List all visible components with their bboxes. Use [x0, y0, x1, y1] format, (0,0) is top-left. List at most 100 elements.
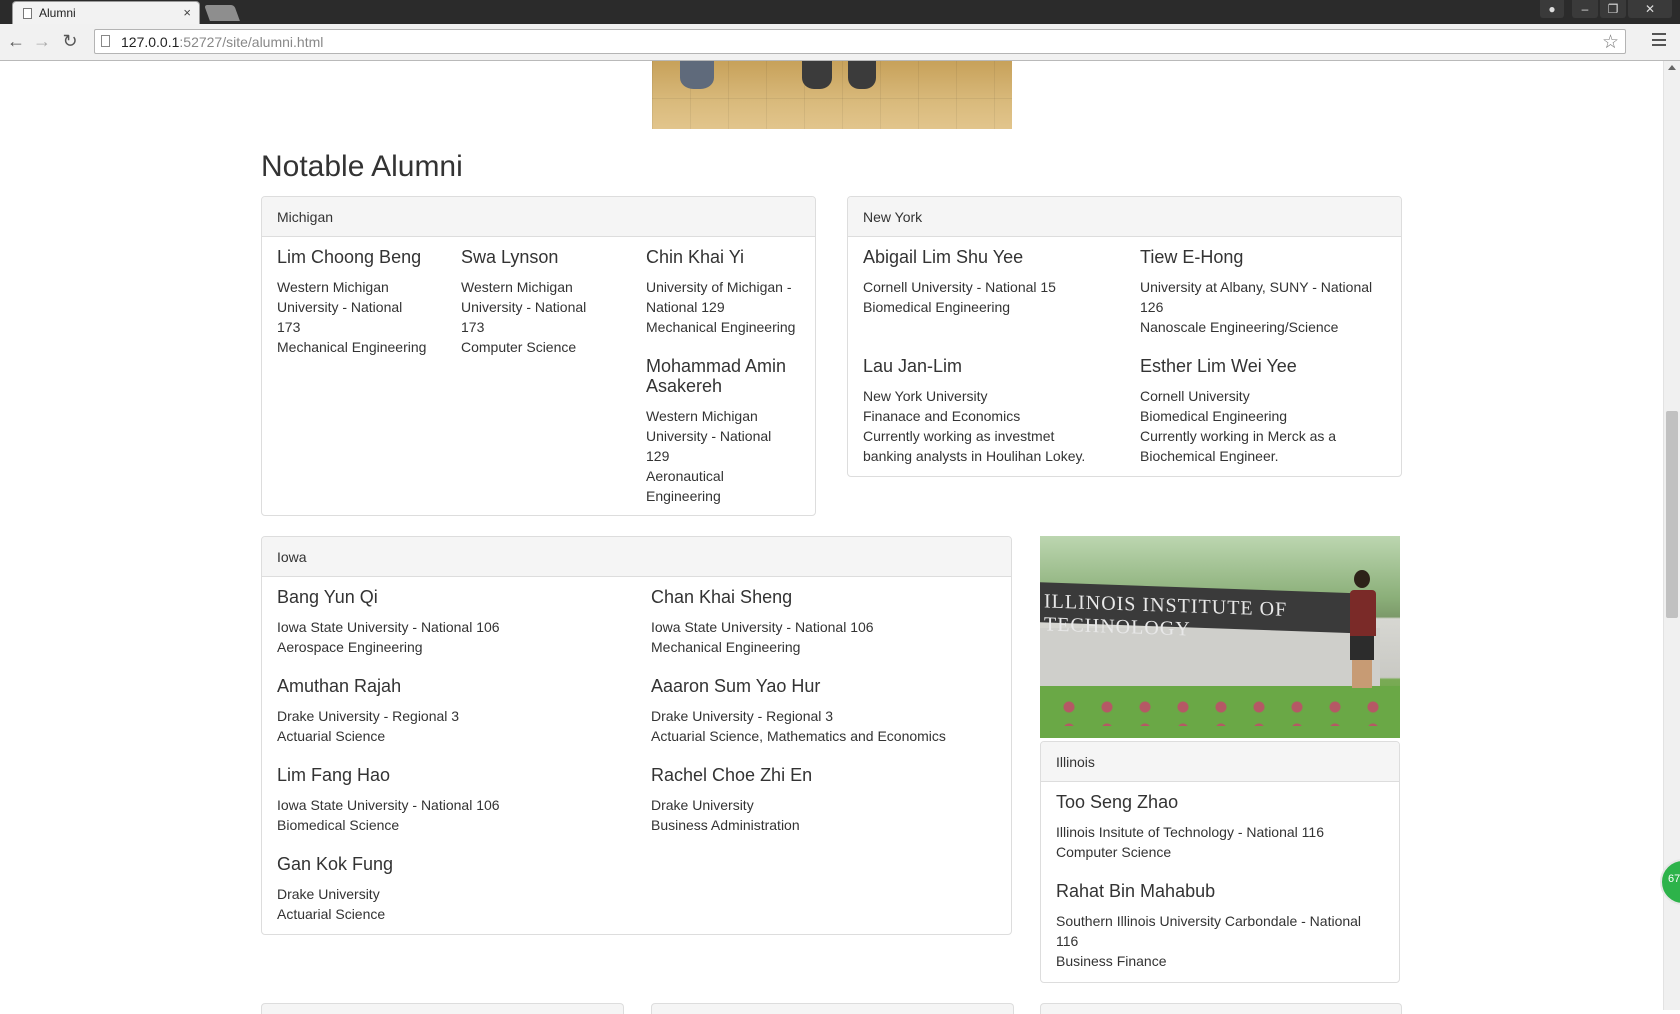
- alumni-name: Gan Kok Fung: [277, 854, 394, 874]
- minimize-button[interactable]: –: [1572, 0, 1598, 18]
- photo-detail: [680, 61, 714, 89]
- alumni-name: Lim Fang Hao: [277, 765, 391, 785]
- alumni-detail: banking analysts in Houlihan Lokey.: [863, 448, 1086, 464]
- section-title: Notable Alumni: [261, 150, 463, 183]
- alumni-detail: Business Finance: [1056, 953, 1167, 969]
- window-controls: ● – ❐ ✕: [1540, 0, 1672, 18]
- alumni-detail: Western Michigan: [461, 279, 573, 295]
- alumni-entry: Gan Kok Fung Drake University Actuarial …: [277, 854, 637, 924]
- alumni-detail: Cornell University - National 15: [863, 279, 1056, 295]
- address-bar[interactable]: 127.0.0.1:52727/site/alumni.html ☆: [94, 29, 1626, 54]
- alumni-detail: Drake University - Regional 3: [651, 708, 834, 724]
- panel-next-row: [1040, 1003, 1402, 1014]
- alumni-name: Aaaron Sum Yao Hur: [651, 676, 821, 696]
- alumni-detail: Mechanical Engineering: [651, 639, 801, 655]
- panel-next-row: [651, 1003, 1014, 1014]
- alumni-detail: Engineering: [646, 488, 721, 504]
- alumni-entry: Aaaron Sum Yao Hur Drake University - Re…: [651, 676, 1006, 746]
- alumni-detail: Mechanical Engineering: [277, 339, 427, 355]
- scroll-up-arrow-icon[interactable]: [1668, 65, 1676, 70]
- alumni-detail: Currently working as investmet: [863, 428, 1055, 444]
- alumni-detail: University - National: [646, 428, 772, 444]
- menu-icon[interactable]: [1652, 33, 1666, 46]
- alumni-detail: University of Michigan -: [646, 279, 792, 295]
- bookmark-star-icon[interactable]: ☆: [1602, 31, 1619, 54]
- alumni-detail: Actuarial Science: [277, 728, 386, 744]
- panel-iowa: Iowa Bang Yun Qi Iowa State University -…: [261, 536, 1012, 935]
- alumni-detail: Biomedical Science: [277, 817, 400, 833]
- alumni-entry: Amuthan Rajah Drake University - Regiona…: [277, 676, 637, 746]
- alumni-entry: Swa Lynson Western Michigan University -…: [461, 247, 626, 357]
- alumni-detail: Southern Illinois University Carbondale …: [1056, 913, 1362, 929]
- alumni-name: Amuthan Rajah: [277, 676, 402, 696]
- alumni-detail: Illinois Insitute of Technology - Nation…: [1056, 824, 1324, 840]
- alumni-name: Chan Khai Sheng: [651, 587, 793, 607]
- alumni-name: Tiew E-Hong: [1140, 247, 1244, 267]
- alumni-detail: Aerospace Engineering: [277, 639, 423, 655]
- url-host: 127.0.0.1: [121, 34, 180, 50]
- alumni-name: Rahat Bin Mahabub: [1056, 881, 1216, 901]
- alumni-entry: Lau Jan-Lim New York University Finanace…: [863, 356, 1123, 466]
- alumni-entry: Mohammad Amin Asakereh Western Michigan U…: [646, 356, 811, 506]
- close-tab-icon[interactable]: ×: [183, 5, 191, 20]
- alumni-detail: Business Administration: [651, 817, 800, 833]
- maximize-button[interactable]: ❐: [1600, 0, 1626, 18]
- reload-button[interactable]: ↻: [60, 31, 80, 52]
- url-path: :52727/site/alumni.html: [179, 34, 324, 50]
- illinois-campus-photo: ILLINOIS INSTITUTE OF TECHNOLOGY: [1040, 536, 1400, 738]
- page-icon: [101, 35, 110, 47]
- alumni-detail: Finanace and Economics: [863, 408, 1021, 424]
- alumni-detail: Biomedical Engineering: [1140, 408, 1288, 424]
- alumni-entry: Chan Khai Sheng Iowa State University - …: [651, 587, 1006, 657]
- photo-person: [1350, 570, 1376, 688]
- alumni-name: Rachel Choe Zhi En: [651, 765, 813, 785]
- alumni-detail: Computer Science: [461, 339, 577, 355]
- alumni-detail: National 129: [646, 299, 725, 315]
- alumni-name-line: Asakereh: [646, 376, 723, 396]
- alumni-detail: Iowa State University - National 106: [277, 797, 500, 813]
- alumni-detail: Drake University: [651, 797, 754, 813]
- alumni-entry: Chin Khai Yi University of Michigan - Na…: [646, 247, 811, 337]
- window-titlebar: Alumni × ● – ❐ ✕: [0, 0, 1680, 24]
- user-icon[interactable]: ●: [1540, 0, 1564, 18]
- alumni-name: Bang Yun Qi: [277, 587, 378, 607]
- panel-heading: Iowa: [262, 537, 1011, 577]
- photo-detail: [802, 61, 832, 89]
- alumni-detail: Cornell University: [1140, 388, 1250, 404]
- panel-heading: Michigan: [262, 197, 815, 237]
- alumni-detail: Biomedical Engineering: [863, 299, 1011, 315]
- browser-toolbar: ← → ↻ 127.0.0.1:52727/site/alumni.html ☆: [0, 24, 1680, 61]
- browser-tab[interactable]: Alumni ×: [12, 1, 200, 24]
- alumni-detail: Mechanical Engineering: [646, 319, 796, 335]
- alumni-name: Mohammad Amin Asakereh: [646, 356, 811, 396]
- photo-detail: [848, 61, 876, 89]
- alumni-entry: Esther Lim Wei Yee Cornell University Bi…: [1140, 356, 1395, 466]
- alumni-detail: 126: [1140, 299, 1164, 315]
- alumni-name: Swa Lynson: [461, 247, 559, 267]
- alumni-detail: New York University: [863, 388, 988, 404]
- new-tab-button[interactable]: [204, 5, 240, 21]
- scrollbar-thumb[interactable]: [1666, 411, 1678, 618]
- back-button[interactable]: ←: [6, 31, 26, 52]
- panel-next-row: [261, 1003, 624, 1014]
- close-window-button[interactable]: ✕: [1628, 0, 1672, 18]
- alumni-name: Lim Choong Beng: [277, 247, 422, 267]
- alumni-detail: Aeronautical: [646, 468, 724, 484]
- group-photo: [652, 61, 1012, 129]
- panel-heading: Illinois: [1041, 742, 1399, 782]
- photo-sign-text: ILLINOIS INSTITUTE OF TECHNOLOGY: [1040, 582, 1370, 640]
- alumni-name: Esther Lim Wei Yee: [1140, 356, 1297, 376]
- alumni-entry: Rahat Bin Mahabub Southern Illinois Univ…: [1056, 881, 1391, 971]
- alumni-entry: Lim Fang Hao Iowa State University - Nat…: [277, 765, 637, 835]
- photo-detail: [1050, 696, 1380, 726]
- alumni-detail: Drake University: [277, 886, 380, 902]
- alumni-detail: Iowa State University - National 106: [651, 619, 874, 635]
- alumni-entry: Bang Yun Qi Iowa State University - Nati…: [277, 587, 637, 657]
- alumni-detail: 116: [1056, 933, 1079, 949]
- alumni-detail: University - National: [461, 299, 587, 315]
- alumni-detail: Western Michigan: [277, 279, 389, 295]
- alumni-detail: Computer Science: [1056, 844, 1172, 860]
- alumni-detail: Biochemical Engineer.: [1140, 448, 1279, 464]
- forward-button[interactable]: →: [32, 31, 52, 52]
- alumni-detail: Actuarial Science, Mathematics and Econo…: [651, 728, 946, 744]
